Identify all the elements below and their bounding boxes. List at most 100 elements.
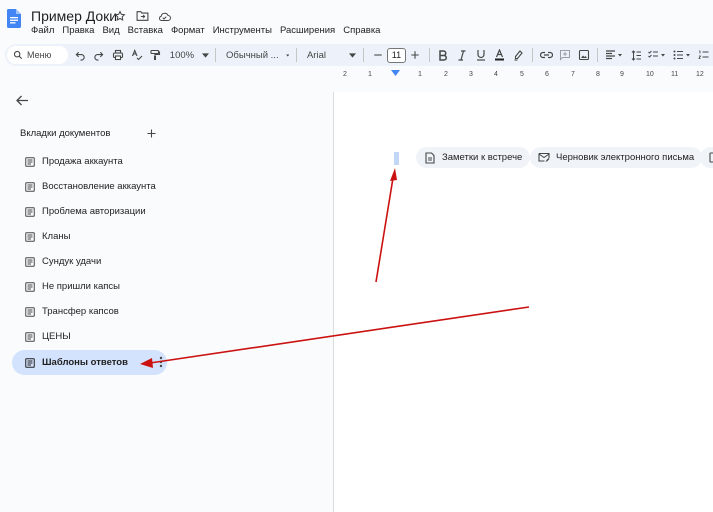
toolbar-divider bbox=[428, 48, 430, 62]
back-arrow-icon[interactable] bbox=[14, 92, 30, 108]
menu-search-button[interactable]: Меню bbox=[7, 46, 68, 64]
numbered-list-icon[interactable] bbox=[695, 46, 712, 64]
tab-item[interactable]: Сундук удачи bbox=[12, 249, 167, 274]
menu-format[interactable]: Формат bbox=[171, 25, 209, 36]
toolbar-divider bbox=[531, 48, 533, 62]
document-tab-icon bbox=[24, 357, 36, 369]
tab-item[interactable]: Продажа аккаунта bbox=[12, 149, 167, 174]
font-dropdown[interactable]: Arial bbox=[301, 50, 359, 61]
ruler-number: 11 bbox=[671, 71, 679, 78]
toolbar-divider bbox=[363, 48, 365, 62]
tab-item[interactable]: Трансфер капсов bbox=[12, 299, 167, 324]
tab-item[interactable]: Не пришли капсы bbox=[12, 274, 167, 299]
more-options-icon[interactable] bbox=[159, 356, 163, 368]
redo-icon[interactable] bbox=[91, 46, 108, 64]
bulleted-list-dropdown-icon[interactable] bbox=[671, 46, 693, 64]
ruler-number: 12 bbox=[696, 71, 704, 78]
spellcheck-icon[interactable] bbox=[128, 46, 145, 64]
menu-bar: Файл Правка Вид Вставка Формат Инструмен… bbox=[31, 25, 388, 36]
font-value: Arial bbox=[306, 49, 326, 61]
chip-label: Заметки к встрече bbox=[442, 152, 523, 163]
tab-item[interactable]: Проблема авторизации bbox=[12, 199, 167, 224]
chevron-down-icon bbox=[349, 52, 357, 58]
line-spacing-icon[interactable] bbox=[627, 46, 644, 64]
insert-comment-icon[interactable] bbox=[556, 46, 573, 64]
tab-label: ЦЕНЫ bbox=[42, 331, 71, 342]
undo-icon[interactable] bbox=[72, 46, 89, 64]
document-title[interactable]: Пример Доки bbox=[31, 8, 117, 24]
menu-tools[interactable]: Инструменты bbox=[213, 25, 276, 36]
menu-edit[interactable]: Правка bbox=[62, 25, 98, 36]
horizontal-ruler[interactable]: 2 1 1 2 3 4 5 6 7 8 9 10 11 12 bbox=[334, 70, 713, 82]
toolbar: Меню 100% Обычный ... Arial 11 bbox=[5, 44, 713, 66]
bold-icon[interactable] bbox=[435, 46, 452, 64]
document-tabs-sidebar: Вкладки документов Продажа аккаунта Восс… bbox=[0, 84, 333, 512]
search-icon bbox=[13, 50, 23, 60]
text-cursor bbox=[394, 152, 399, 165]
paragraph-style-dropdown[interactable]: Обычный ... bbox=[220, 50, 292, 61]
zoom-dropdown[interactable]: 100% bbox=[165, 50, 211, 61]
insert-link-icon[interactable] bbox=[538, 46, 555, 64]
zoom-value: 100% bbox=[169, 49, 195, 61]
document-tab-icon bbox=[24, 256, 36, 268]
toolbar-divider bbox=[597, 48, 598, 62]
checklist-dropdown-icon[interactable] bbox=[646, 46, 668, 64]
ruler-number: 10 bbox=[646, 71, 654, 78]
tab-label: Сундук удачи bbox=[42, 256, 102, 267]
menu-view[interactable]: Вид bbox=[102, 25, 123, 36]
font-size-input[interactable]: 11 bbox=[387, 47, 406, 63]
tab-item[interactable]: ЦЕНЫ bbox=[12, 324, 167, 349]
menu-extensions[interactable]: Расширения bbox=[280, 25, 339, 36]
move-to-folder-icon[interactable] bbox=[134, 8, 150, 24]
decrease-font-size-icon[interactable] bbox=[369, 46, 386, 64]
tab-label: Не пришли капсы bbox=[42, 281, 120, 292]
template-icon bbox=[708, 152, 713, 164]
insert-image-icon[interactable] bbox=[575, 46, 592, 64]
toolbar-divider bbox=[296, 48, 297, 62]
tab-item[interactable]: Кланы bbox=[12, 224, 167, 249]
italic-icon[interactable] bbox=[453, 46, 470, 64]
tab-label: Восстановление аккаунта bbox=[42, 181, 156, 192]
star-icon[interactable] bbox=[112, 8, 128, 24]
document-page[interactable]: Заметки к встрече Черновик электронного … bbox=[334, 92, 713, 512]
indent-marker-icon[interactable] bbox=[391, 70, 400, 76]
ruler-number: 6 bbox=[545, 71, 549, 78]
add-tab-button[interactable] bbox=[143, 125, 159, 141]
increase-font-size-icon[interactable] bbox=[407, 46, 424, 64]
ruler-number: 5 bbox=[520, 71, 524, 78]
align-dropdown-icon[interactable] bbox=[603, 46, 625, 64]
print-icon[interactable] bbox=[109, 46, 126, 64]
email-draft-chip[interactable]: Черновик электронного письма bbox=[530, 147, 703, 168]
ruler-number: 1 bbox=[368, 71, 372, 78]
tabs-heading: Вкладки документов bbox=[20, 128, 111, 139]
meeting-notes-chip[interactable]: Заметки к встрече bbox=[416, 147, 531, 168]
docs-logo-icon[interactable] bbox=[7, 9, 21, 28]
chevron-down-icon bbox=[202, 52, 210, 58]
document-tab-icon bbox=[24, 156, 36, 168]
paragraph-style-value: Обычный ... bbox=[226, 49, 279, 61]
text-color-icon[interactable] bbox=[491, 46, 508, 64]
menu-insert[interactable]: Вставка bbox=[128, 25, 167, 36]
chevron-down-icon bbox=[285, 53, 290, 57]
menu-file[interactable]: Файл bbox=[31, 25, 58, 36]
tab-label: Кланы bbox=[42, 231, 71, 242]
ruler-number: 4 bbox=[494, 71, 498, 78]
menu-help[interactable]: Справка bbox=[343, 25, 384, 36]
highlight-color-icon[interactable] bbox=[510, 46, 527, 64]
tab-item[interactable]: Восстановление аккаунта bbox=[12, 174, 167, 199]
ruler-number: 1 bbox=[418, 71, 422, 78]
chip-label: Черновик электронного письма bbox=[556, 152, 695, 163]
document-tab-icon bbox=[24, 181, 36, 193]
tab-item-active[interactable]: Шаблоны ответов bbox=[12, 350, 167, 375]
document-tab-icon bbox=[24, 306, 36, 318]
more-templates-chip[interactable] bbox=[700, 147, 713, 168]
paint-format-icon[interactable] bbox=[147, 46, 164, 64]
cloud-saved-icon[interactable] bbox=[156, 8, 172, 24]
document-tab-icon bbox=[24, 331, 36, 343]
document-tab-icon bbox=[24, 231, 36, 243]
title-bar: Пример Доки Файл Правка Вид Вставка Форм… bbox=[0, 0, 713, 42]
document-icon bbox=[424, 151, 436, 164]
underline-icon[interactable] bbox=[472, 46, 489, 64]
ruler-number: 8 bbox=[596, 71, 600, 78]
ruler-number: 2 bbox=[444, 71, 448, 78]
